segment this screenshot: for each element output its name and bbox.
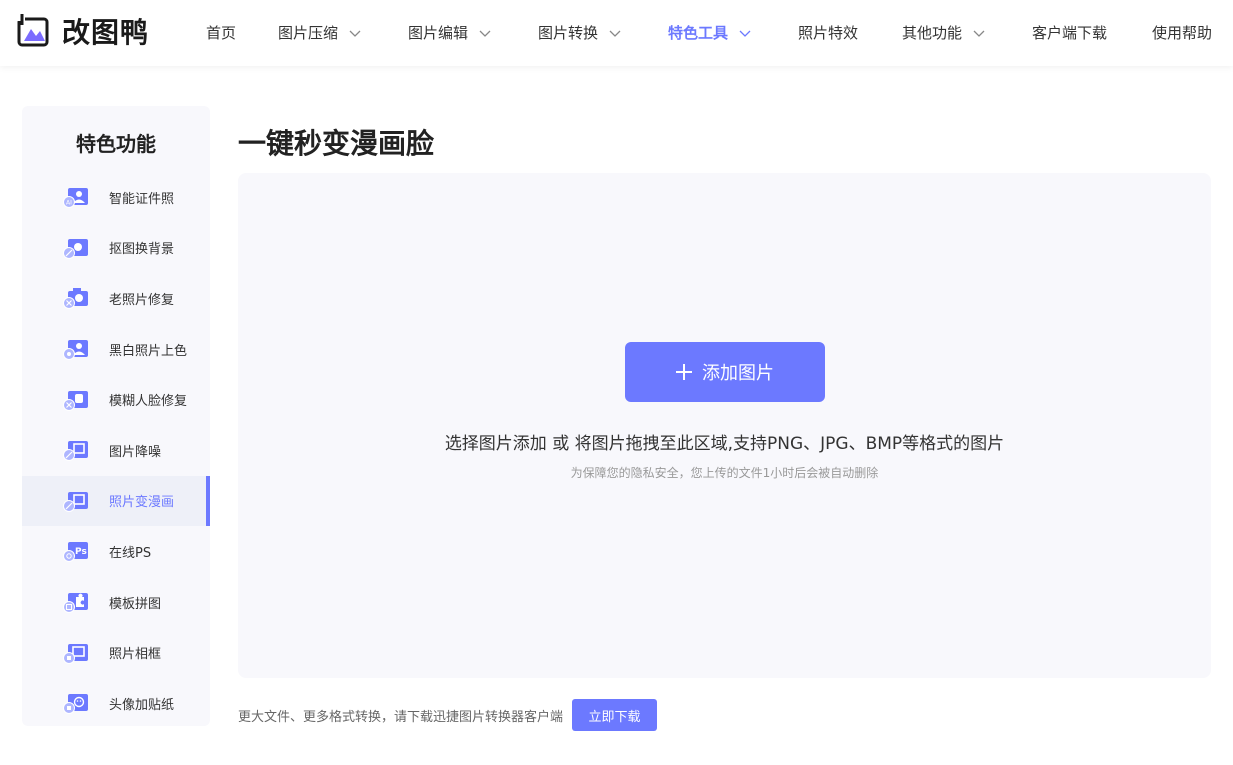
brand-logo[interactable]: 改图鸭 [16, 12, 149, 50]
ps-icon: Ps [63, 542, 88, 563]
sidebar-item[interactable]: Ps 在线PS [22, 526, 210, 577]
sidebar-item-label: 头像加贴纸 [109, 697, 175, 713]
nav-item[interactable]: 首页 [206, 22, 236, 43]
sidebar-item[interactable]: 抠图换背景 [22, 223, 210, 274]
sidebar-item-label: 老照片修复 [109, 292, 175, 308]
sidebar-item[interactable]: 头像加贴纸 [22, 678, 210, 729]
sidebar-item[interactable]: 照片相框 [22, 627, 210, 678]
nav-item[interactable]: 图片转换 [538, 22, 622, 43]
feature-sidebar: 特色功能 AI 智能证件照抠图换背景老照片修复黑白照片上色 模糊人脸修复 图片降噪照片… [22, 106, 210, 726]
sidebar-item[interactable]: 老照片修复 [22, 273, 210, 324]
svg-text:AI: AI [66, 200, 72, 207]
camera-repair-icon [63, 288, 88, 310]
nav-item-label: 图片压缩 [278, 24, 339, 42]
chevron-down-icon [973, 30, 985, 37]
nav-item-label: 特色工具 [668, 24, 729, 42]
logo-icon [17, 14, 49, 47]
sidebar-item[interactable]: 模板拼图 [22, 577, 210, 628]
nav-item[interactable]: 特色工具 [668, 22, 752, 43]
nav-item[interactable]: 客户端下载 [1032, 22, 1107, 43]
sidebar-item-label: 照片相框 [109, 647, 162, 663]
nav-item[interactable]: 图片编辑 [408, 22, 492, 43]
sidebar-list: AI 智能证件照抠图换背景老照片修复黑白照片上色 模糊人脸修复 图片降噪照片变漫画 Ps… [22, 172, 210, 729]
chevron-down-icon [479, 30, 491, 37]
sidebar-item[interactable]: 照片变漫画 [22, 475, 210, 527]
chevron-down-icon [349, 30, 361, 37]
privacy-note: 为保障您的隐私安全，您上传的文件1小时后会被自动删除 [570, 466, 879, 480]
nav-item[interactable]: 使用帮助 [1152, 22, 1212, 43]
nav-item-label: 其他功能 [902, 24, 963, 42]
id-photo-icon: AI [63, 188, 88, 209]
upload-dropzone[interactable]: 添加图片 选择图片添加 或 将图片拖拽至此区域,支持PNG、JPG、BMP等格式… [238, 173, 1211, 678]
colorize-icon [63, 340, 88, 361]
top-header: 改图鸭 首页 图片压缩 图片编辑 图片转换 特色工具 照片特效 其他功能 客户端下载 使用帮助 [0, 0, 1233, 66]
nav-item-label: 照片特效 [798, 24, 859, 42]
nav-item-label: 客户端下载 [1032, 24, 1108, 42]
svg-text:Ps: Ps [75, 547, 87, 557]
chevron-down-icon [739, 30, 751, 37]
cutout-icon [63, 238, 88, 259]
nav-item-label: 首页 [206, 24, 237, 42]
collage-icon [63, 593, 88, 614]
nav-item[interactable]: 照片特效 [798, 22, 858, 43]
add-image-button[interactable]: 添加图片 [625, 342, 825, 402]
sidebar-item-label: 抠图换背景 [109, 242, 175, 258]
sidebar-item-label: 智能证件照 [109, 191, 175, 207]
download-now-button[interactable]: 立即下载 [572, 699, 658, 731]
sidebar-title: 特色功能 [76, 132, 156, 156]
sticker-icon [63, 694, 88, 715]
face-repair-icon [63, 390, 88, 411]
page-title: 一键秒变漫画脸 [238, 127, 435, 160]
sidebar-item-label: 黑白照片上色 [109, 343, 188, 359]
download-promo: 更大文件、更多格式转换，请下载迅捷图片转换器客户端 立即下载 [238, 699, 658, 731]
sidebar-item-label: 在线PS [109, 545, 152, 561]
sidebar-item-label: 模糊人脸修复 [109, 394, 188, 410]
sidebar-item-label: 照片变漫画 [109, 495, 175, 511]
sidebar-item-label: 图片降噪 [109, 444, 162, 460]
cartoon-icon [63, 491, 88, 512]
frame-icon [63, 643, 88, 664]
sidebar-item[interactable]: 黑白照片上色 [22, 324, 210, 375]
brand-name: 改图鸭 [62, 16, 150, 49]
denoise-icon [63, 441, 88, 462]
plus-icon [676, 364, 692, 380]
nav-item-label: 使用帮助 [1152, 24, 1213, 42]
nav-item-label: 图片转换 [538, 24, 599, 42]
nav-item[interactable]: 图片压缩 [278, 22, 362, 43]
sidebar-item[interactable]: AI 智能证件照 [22, 172, 210, 223]
chevron-down-icon [609, 30, 621, 37]
sidebar-item[interactable]: 模糊人脸修复 [22, 374, 210, 425]
sidebar-item-label: 模板拼图 [109, 596, 162, 612]
upload-hint: 选择图片添加 或 将图片拖拽至此区域,支持PNG、JPG、BMP等格式的图片 [444, 434, 1005, 454]
nav-item-label: 图片编辑 [408, 24, 469, 42]
sidebar-item[interactable]: 图片降噪 [22, 425, 210, 476]
add-image-label: 添加图片 [702, 363, 774, 384]
download-promo-text: 更大文件、更多格式转换，请下载迅捷图片转换器客户端 [238, 709, 564, 725]
nav-item[interactable]: 其他功能 [902, 22, 986, 43]
